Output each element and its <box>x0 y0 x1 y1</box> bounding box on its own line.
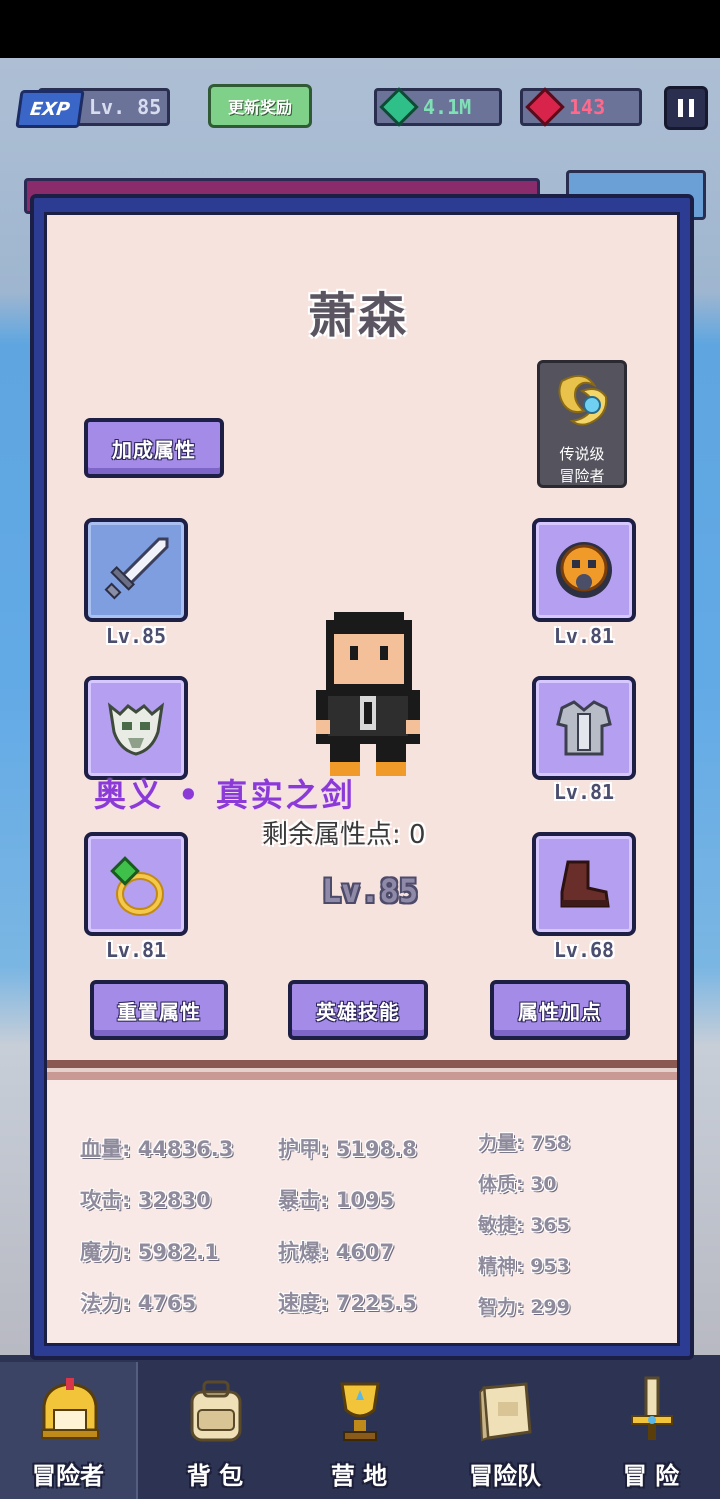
hero-skills-button[interactable]: 英雄技能 <box>288 980 428 1040</box>
amulet-icon <box>556 542 612 598</box>
sword-hilt-icon <box>631 1376 673 1440</box>
stat-spirit: 精神: 953 <box>478 1255 570 1277</box>
equip-slot-amulet[interactable] <box>532 518 636 622</box>
stat-crit: 暴击: 1095 <box>278 1188 395 1212</box>
sword-icon <box>104 537 169 600</box>
rank-line-1: 传说级 <box>559 445 605 463</box>
nav-label-adventure: 冒 险 <box>622 1462 680 1490</box>
armor-icon <box>556 700 612 756</box>
nav-backpack[interactable]: 背 包 <box>146 1362 284 1499</box>
nav-label-adventurer: 冒险者 <box>32 1462 104 1490</box>
hero-sprite <box>316 612 420 776</box>
backpack-icon <box>190 1380 242 1442</box>
emerald-icon <box>379 87 419 127</box>
camp-trophy-icon <box>340 1382 380 1441</box>
pause-button[interactable] <box>664 86 708 130</box>
pause-icon <box>678 99 683 117</box>
equip-slot-armor[interactable] <box>532 676 636 780</box>
player-level: Lv. 85 <box>89 95 162 119</box>
stat-constitution: 体质: 30 <box>478 1173 557 1195</box>
ruby-counter[interactable]: 143 <box>520 87 642 127</box>
stat-strength: 力量: 758 <box>478 1132 570 1154</box>
legend-rank-card[interactable]: 传说级 冒险者 <box>537 360 627 488</box>
helmet-icon <box>41 1378 99 1439</box>
equip-level-weapon: Lv.85 <box>105 624 167 648</box>
emerald-counter[interactable]: 4.1M <box>374 87 502 127</box>
reset-attributes-button[interactable]: 重置属性 <box>90 980 228 1040</box>
equip-level-ring: Lv.81 <box>105 938 167 962</box>
stat-hp: 血量: 44836.3 <box>80 1137 234 1161</box>
ruby-icon <box>525 87 565 127</box>
ruby-amount: 143 <box>569 95 606 119</box>
boots-icon <box>560 860 610 908</box>
stat-crit-resist: 抗爆: 4607 <box>278 1240 395 1264</box>
book-icon <box>478 1382 532 1442</box>
nav-label-backpack: 背 包 <box>186 1462 244 1490</box>
stat-speed: 速度: 7225.5 <box>278 1291 417 1315</box>
nav-label-camp: 营 地 <box>330 1462 388 1490</box>
bonus-attributes-button[interactable]: 加成属性 <box>84 418 224 478</box>
stat-mana: 法力: 4765 <box>80 1291 197 1315</box>
equip-slot-weapon[interactable] <box>84 518 188 622</box>
equip-level-boots: Lv.68 <box>553 938 615 962</box>
remaining-points: 剩余属性点: 0 <box>262 820 426 850</box>
stat-armor: 护甲: 5198.8 <box>278 1137 417 1161</box>
rank-line-2: 冒险者 <box>559 467 605 485</box>
allocate-points-button[interactable]: 属性加点 <box>490 980 630 1040</box>
exp-icon: EXP <box>15 90 85 128</box>
equip-level-armor: Lv.81 <box>553 780 615 804</box>
emerald-amount: 4.1M <box>423 95 472 119</box>
game-screen: Lv. 85 EXP 更新奖励 4.1M 143 萧森 加成属性 传说级 冒险者 <box>0 0 720 1499</box>
stat-agility: 敏捷: 365 <box>478 1214 570 1236</box>
equip-level-amulet: Lv.81 <box>553 624 615 648</box>
equip-slot-helmet[interactable] <box>84 676 188 780</box>
nav-adventurer[interactable]: 冒险者 <box>0 1362 138 1499</box>
stat-magic-power: 魔力: 5982.1 <box>80 1240 219 1264</box>
nav-camp[interactable]: 营 地 <box>290 1362 428 1499</box>
hero-level: Lv.85 <box>321 872 419 910</box>
equip-slot-boots[interactable] <box>532 832 636 936</box>
nav-adventure[interactable]: 冒 险 <box>582 1362 720 1499</box>
ring-icon <box>110 856 164 916</box>
stat-intelligence: 智力: 299 <box>478 1296 570 1318</box>
panel-divider <box>47 1060 677 1080</box>
equip-slot-ring[interactable] <box>84 832 188 936</box>
nav-adventure-team[interactable]: 冒险队 <box>436 1362 574 1499</box>
hero-name: 萧森 <box>307 288 408 344</box>
refresh-rewards-button[interactable]: 更新奖励 <box>208 84 312 128</box>
legend-emblem-icon <box>558 374 608 426</box>
skull-helmet-icon <box>107 702 165 756</box>
nav-label-adventure-team: 冒险队 <box>469 1462 541 1490</box>
ultimate-skill-name: 奥义 • 真实之剑 <box>94 776 356 814</box>
stat-attack: 攻击: 32830 <box>80 1188 211 1212</box>
